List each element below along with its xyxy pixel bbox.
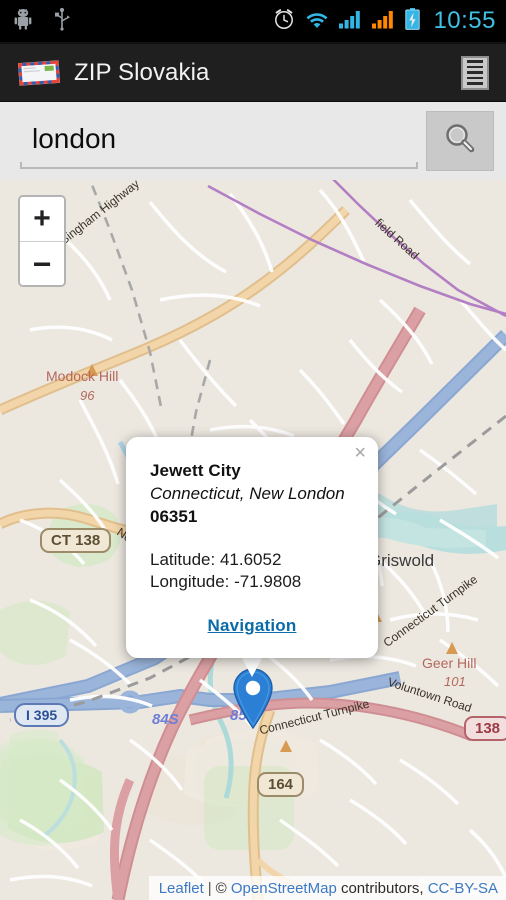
license-link[interactable]: CC-BY-SA: [428, 880, 498, 897]
wifi-icon: [304, 9, 330, 34]
app-root: 10:55 ZIP Slovakia london + − North Bing…: [0, 0, 506, 900]
app-title: ZIP Slovakia: [74, 58, 210, 86]
map-attribution: Leaflet | © OpenStreetMap contributors, …: [148, 876, 506, 900]
action-bar: ZIP Slovakia: [0, 44, 506, 102]
alarm-clock-icon: [273, 8, 295, 35]
status-bar: 10:55: [0, 0, 506, 42]
signal-cellular-2-icon: [372, 9, 396, 34]
location-marker-pin[interactable]: [232, 667, 274, 730]
menu-glyph: [461, 55, 489, 90]
close-icon[interactable]: ×: [354, 443, 366, 463]
map-zoom-control: + −: [18, 195, 66, 287]
leaflet-link[interactable]: Leaflet: [159, 880, 204, 897]
attribution-contributors: contributors,: [340, 879, 424, 897]
zoom-out-button[interactable]: −: [20, 241, 64, 285]
search-button[interactable]: [426, 111, 494, 171]
status-bar-left-icons: [14, 7, 70, 36]
popup-latitude: Latitude: 41.6052: [150, 550, 282, 569]
popup-region: Connecticut, New London: [150, 484, 345, 503]
popup-city-name: Jewett City: [150, 461, 241, 480]
popup-longitude: Longitude: -71.9808: [150, 572, 302, 592]
airmail-envelope-icon: [17, 59, 61, 87]
search-icon: [441, 120, 479, 163]
search-bar: [0, 102, 506, 180]
status-bar-right-icons: 10:55: [273, 7, 496, 35]
copyright-symbol: ©: [215, 879, 227, 897]
search-field-wrapper: [18, 113, 418, 169]
usb-icon: [54, 7, 70, 36]
signal-cellular-1-icon: [339, 9, 363, 34]
battery-charging-icon: [405, 7, 421, 35]
popup-zip-code: 06351: [150, 507, 198, 526]
map-view[interactable]: + − North Bingham Highway Modock Hill 96 fi…: [0, 180, 506, 900]
android-debug-icon: [14, 8, 32, 35]
search-input[interactable]: [18, 113, 418, 165]
popup-navigation-row: Navigation: [150, 616, 354, 636]
attribution-separator: |: [207, 879, 212, 897]
openstreetmap-link[interactable]: OpenStreetMap: [231, 880, 337, 897]
navigation-link[interactable]: Navigation: [208, 616, 297, 635]
status-bar-clock: 10:55: [433, 7, 496, 34]
popup-coordinates: Latitude: 41.6052 Longitude: -71.9808: [150, 549, 354, 594]
list-menu-icon[interactable]: [458, 54, 492, 92]
zoom-in-button[interactable]: +: [20, 197, 64, 241]
search-input-underline: [20, 162, 418, 169]
location-info-popup: × Jewett City Connecticut, New London 06…: [126, 437, 378, 658]
